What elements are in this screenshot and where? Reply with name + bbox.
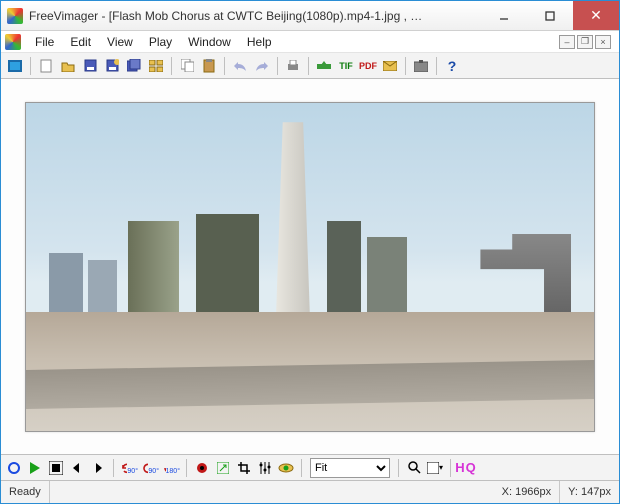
- titlebar: FreeVimager - [Flash Mob Chorus at CWTC …: [1, 1, 619, 31]
- paste-icon[interactable]: [199, 56, 219, 76]
- next-icon[interactable]: [89, 459, 107, 477]
- copy-icon[interactable]: [177, 56, 197, 76]
- prev-icon[interactable]: [68, 459, 86, 477]
- fullscreen-icon[interactable]: [5, 56, 25, 76]
- magnifier-icon[interactable]: [405, 459, 423, 477]
- maximize-button[interactable]: [527, 1, 573, 30]
- menu-help[interactable]: Help: [239, 33, 280, 51]
- undo-icon[interactable]: [230, 56, 250, 76]
- stop-square-icon[interactable]: [47, 459, 65, 477]
- window-controls: ✕: [481, 1, 619, 30]
- eye-icon[interactable]: [277, 459, 295, 477]
- minimize-button[interactable]: [481, 1, 527, 30]
- hq-toggle-icon[interactable]: HQ: [457, 459, 475, 477]
- levels-icon[interactable]: [256, 459, 274, 477]
- app-window: FreeVimager - [Flash Mob Chorus at CWTC …: [0, 0, 620, 504]
- scanner-icon[interactable]: [314, 56, 334, 76]
- rotate-180-icon[interactable]: 180°: [162, 459, 180, 477]
- thumbnail-icon[interactable]: [146, 56, 166, 76]
- rotate-cw-icon[interactable]: 90°: [141, 459, 159, 477]
- menu-edit[interactable]: Edit: [62, 33, 99, 51]
- app-icon: [7, 8, 23, 24]
- image-viewport[interactable]: [1, 79, 619, 455]
- menu-view[interactable]: View: [99, 33, 141, 51]
- pdf-icon[interactable]: PDF: [358, 56, 378, 76]
- close-button[interactable]: ✕: [573, 1, 619, 30]
- window-title: FreeVimager - [Flash Mob Chorus at CWTC …: [29, 9, 481, 23]
- crop-icon[interactable]: [235, 459, 253, 477]
- status-x: X: 1966px: [494, 481, 561, 503]
- status-ready: Ready: [1, 481, 50, 503]
- open-icon[interactable]: [58, 56, 78, 76]
- zoom-select[interactable]: Fit: [310, 458, 390, 478]
- redeye-icon[interactable]: [193, 459, 211, 477]
- main-toolbar: TIF PDF ?: [1, 53, 619, 79]
- info-icon[interactable]: [411, 56, 431, 76]
- play-icon[interactable]: [26, 459, 44, 477]
- control-toolbar: 90° 90° 180° Fit ▾ HQ: [1, 455, 619, 481]
- status-y: Y: 147px: [560, 481, 619, 503]
- menu-bar: File Edit View Play Window Help – ❐ ×: [1, 31, 619, 53]
- mdi-minimize-button[interactable]: –: [559, 35, 575, 49]
- help-icon[interactable]: ?: [442, 56, 462, 76]
- document-icon: [5, 34, 21, 50]
- redo-icon[interactable]: [252, 56, 272, 76]
- displayed-image: [25, 102, 595, 432]
- new-icon[interactable]: [36, 56, 56, 76]
- email-icon[interactable]: [380, 56, 400, 76]
- menu-file[interactable]: File: [27, 33, 62, 51]
- menu-play[interactable]: Play: [141, 33, 180, 51]
- status-bar: Ready X: 1966px Y: 147px: [1, 481, 619, 503]
- mdi-close-button[interactable]: ×: [595, 35, 611, 49]
- mdi-restore-button[interactable]: ❐: [577, 35, 593, 49]
- tif-icon[interactable]: TIF: [336, 56, 356, 76]
- print-icon[interactable]: [283, 56, 303, 76]
- rotate-ccw-icon[interactable]: 90°: [120, 459, 138, 477]
- background-icon[interactable]: ▾: [426, 459, 444, 477]
- save-as-icon[interactable]: [102, 56, 122, 76]
- menu-window[interactable]: Window: [180, 33, 239, 51]
- resize-icon[interactable]: [214, 459, 232, 477]
- save-icon[interactable]: [80, 56, 100, 76]
- stop-icon[interactable]: [5, 459, 23, 477]
- save-multi-icon[interactable]: [124, 56, 144, 76]
